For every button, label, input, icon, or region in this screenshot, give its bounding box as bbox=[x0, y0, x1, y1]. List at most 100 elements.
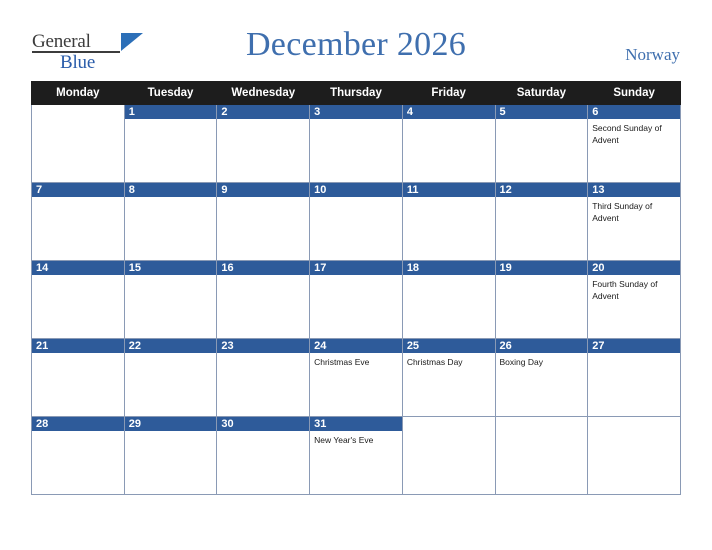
day-number: 8 bbox=[124, 183, 217, 197]
day-number: 7 bbox=[32, 183, 124, 197]
calendar-week-row: 28 29 30 31 New Year's Eve bbox=[31, 416, 681, 495]
event-label: Second Sunday of Advent bbox=[592, 123, 662, 145]
calendar-cell-day[interactable]: 3 bbox=[309, 104, 403, 183]
calendar-cell-day[interactable]: 15 bbox=[123, 260, 218, 339]
day-number: 15 bbox=[124, 261, 217, 275]
page-header: General Blue December 2026 Norway bbox=[0, 0, 712, 80]
calendar-cell-day[interactable]: 23 bbox=[216, 338, 311, 417]
calendar-cell-day[interactable]: 7 bbox=[31, 182, 125, 261]
day-number: 1 bbox=[124, 105, 217, 119]
day-number: 3 bbox=[310, 105, 402, 119]
calendar-cell-day[interactable]: 31 New Year's Eve bbox=[309, 416, 403, 495]
calendar-cell-empty bbox=[401, 416, 496, 495]
day-number: 23 bbox=[217, 339, 310, 353]
day-number: 9 bbox=[217, 183, 310, 197]
day-number: 30 bbox=[217, 417, 310, 431]
calendar-cell-day[interactable]: 21 bbox=[31, 338, 125, 417]
day-number: 25 bbox=[402, 339, 495, 353]
weekday-header-friday: Friday bbox=[401, 81, 496, 105]
calendar-cell-day[interactable]: 8 bbox=[123, 182, 218, 261]
calendar-cell-day[interactable]: 4 bbox=[401, 104, 496, 183]
day-number: 14 bbox=[32, 261, 124, 275]
weekday-header-tuesday: Tuesday bbox=[123, 81, 218, 105]
calendar-cell-day[interactable]: 14 bbox=[31, 260, 125, 339]
calendar-cell-day[interactable]: 29 bbox=[123, 416, 218, 495]
day-number: 6 bbox=[588, 105, 680, 119]
calendar-cell-day[interactable]: 2 bbox=[216, 104, 311, 183]
event-list: Christmas Day bbox=[403, 353, 495, 369]
weekday-header-row: Monday Tuesday Wednesday Thursday Friday… bbox=[31, 81, 681, 105]
calendar-cell-day[interactable]: 24 Christmas Eve bbox=[309, 338, 403, 417]
calendar-week-row: 1 2 3 4 5 6 Second Sunday of Advent bbox=[31, 104, 681, 183]
country-label: Norway bbox=[625, 45, 680, 64]
calendar-cell-day[interactable]: 26 Boxing Day bbox=[494, 338, 589, 417]
calendar-cell-day[interactable]: 27 bbox=[587, 338, 681, 417]
event-label: Third Sunday of Advent bbox=[592, 201, 653, 223]
calendar-cell-day[interactable]: 22 bbox=[123, 338, 218, 417]
event-list: Fourth Sunday of Advent bbox=[588, 275, 680, 302]
day-number bbox=[496, 417, 588, 431]
calendar-cell-day[interactable]: 9 bbox=[216, 182, 311, 261]
day-number bbox=[32, 105, 124, 119]
event-list: Boxing Day bbox=[496, 353, 588, 369]
day-number: 27 bbox=[588, 339, 680, 353]
calendar-cell-day[interactable]: 6 Second Sunday of Advent bbox=[587, 104, 681, 183]
day-number bbox=[588, 417, 680, 431]
event-list: Third Sunday of Advent bbox=[588, 197, 680, 224]
calendar-cell-empty bbox=[494, 416, 589, 495]
calendar-cell-day[interactable]: 17 bbox=[309, 260, 403, 339]
day-number: 24 bbox=[310, 339, 402, 353]
calendar-cell-day[interactable]: 28 bbox=[31, 416, 125, 495]
event-label: Fourth Sunday of Advent bbox=[592, 279, 658, 301]
calendar-page: General Blue December 2026 Norway Monday… bbox=[0, 0, 712, 550]
calendar-week-row: 7 8 9 10 11 12 13 Third Sunday of Advent bbox=[31, 182, 681, 261]
day-number: 17 bbox=[310, 261, 402, 275]
day-number: 12 bbox=[495, 183, 588, 197]
calendar-cell-day[interactable]: 10 bbox=[309, 182, 403, 261]
day-number: 5 bbox=[495, 105, 588, 119]
day-number bbox=[403, 417, 495, 431]
day-number: 19 bbox=[495, 261, 588, 275]
calendar-cell-day[interactable]: 13 Third Sunday of Advent bbox=[587, 182, 681, 261]
weekday-header-monday: Monday bbox=[31, 81, 125, 105]
day-number: 20 bbox=[588, 261, 680, 275]
event-label: Christmas Day bbox=[406, 357, 463, 367]
day-number: 28 bbox=[32, 417, 124, 431]
calendar-cell-day[interactable]: 12 bbox=[494, 182, 589, 261]
day-number: 16 bbox=[217, 261, 310, 275]
month-grid: Monday Tuesday Wednesday Thursday Friday… bbox=[31, 81, 681, 495]
event-list: Second Sunday of Advent bbox=[588, 119, 680, 146]
day-number: 31 bbox=[310, 417, 402, 431]
event-label: Christmas Eve bbox=[314, 357, 370, 367]
calendar-cell-day[interactable]: 18 bbox=[401, 260, 496, 339]
day-number: 2 bbox=[217, 105, 310, 119]
calendar-cell-empty bbox=[587, 416, 681, 495]
event-label: Boxing Day bbox=[499, 357, 543, 367]
day-number: 18 bbox=[402, 261, 495, 275]
weekday-header-saturday: Saturday bbox=[494, 81, 589, 105]
page-title: December 2026 bbox=[245, 26, 467, 63]
calendar-cell-day[interactable]: 20 Fourth Sunday of Advent bbox=[587, 260, 681, 339]
calendar-week-row: 21 22 23 24 Christmas Eve 25 Christmas Day 26 Bo… bbox=[31, 338, 681, 417]
event-label: New Year's Eve bbox=[314, 435, 374, 445]
weekday-header-wednesday: Wednesday bbox=[216, 81, 311, 105]
day-number: 22 bbox=[124, 339, 217, 353]
calendar-cell-day[interactable]: 11 bbox=[401, 182, 496, 261]
day-number: 10 bbox=[310, 183, 402, 197]
day-number: 13 bbox=[588, 183, 680, 197]
calendar-cell-day[interactable]: 1 bbox=[123, 104, 218, 183]
calendar-cell-day[interactable]: 16 bbox=[216, 260, 311, 339]
calendar-cell-day[interactable]: 30 bbox=[216, 416, 311, 495]
calendar-body: 1 2 3 4 5 6 Second Sunday of Advent 7 8 9 10 11 12 13… bbox=[31, 104, 681, 495]
day-number: 4 bbox=[402, 105, 495, 119]
day-number: 26 bbox=[495, 339, 588, 353]
calendar-cell-day[interactable]: 5 bbox=[494, 104, 589, 183]
weekday-header-thursday: Thursday bbox=[309, 81, 403, 105]
calendar-cell-empty bbox=[31, 104, 125, 183]
day-number: 11 bbox=[402, 183, 495, 197]
calendar-cell-day[interactable]: 19 bbox=[494, 260, 589, 339]
event-list: New Year's Eve bbox=[310, 431, 402, 447]
calendar-week-row: 14 15 16 17 18 19 20 Fourth Sunday of Advent bbox=[31, 260, 681, 339]
calendar-cell-day[interactable]: 25 Christmas Day bbox=[401, 338, 496, 417]
day-number: 29 bbox=[124, 417, 217, 431]
